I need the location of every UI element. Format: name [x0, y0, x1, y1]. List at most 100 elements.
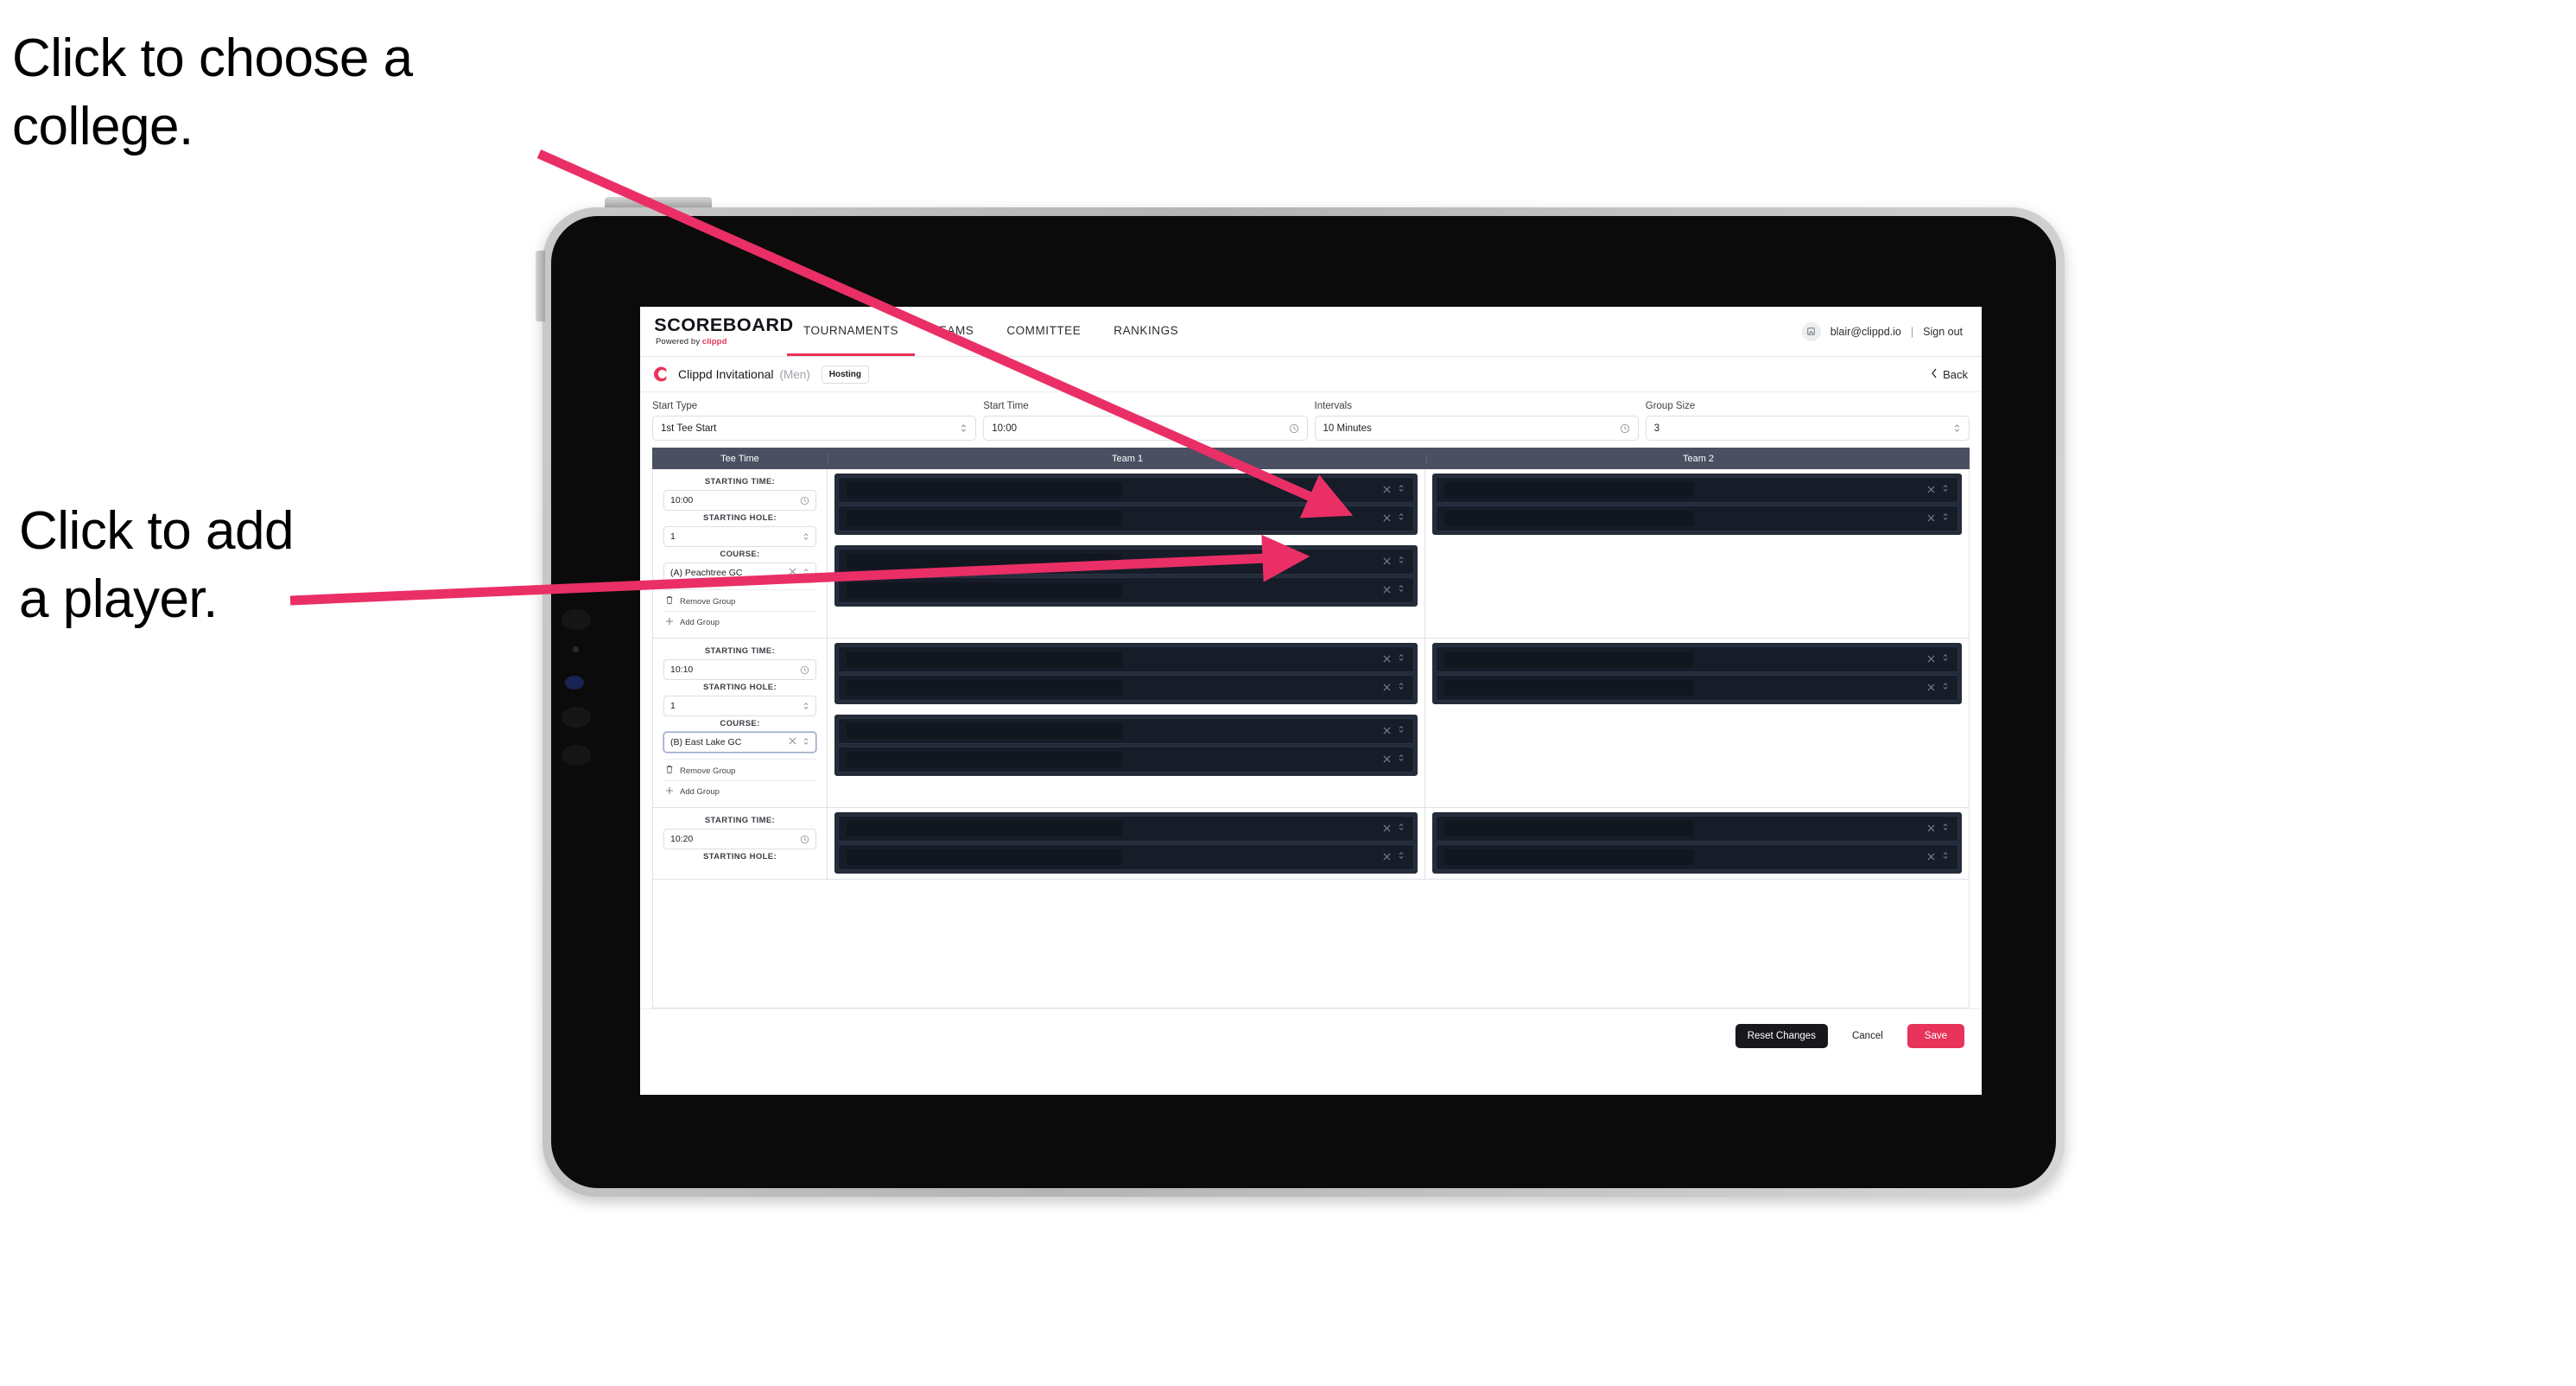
close-x-icon[interactable]	[1927, 821, 1935, 836]
player-select-row[interactable]	[1436, 844, 1958, 870]
player-name-redacted	[847, 652, 1123, 667]
column-header-team-1: Team 1	[828, 453, 1427, 464]
player-name-redacted	[847, 752, 1123, 767]
player-select-row[interactable]	[838, 816, 1414, 842]
start-type-select[interactable]: 1st Tee Start	[652, 416, 977, 441]
close-x-icon[interactable]	[1383, 652, 1391, 667]
player-name-redacted	[847, 582, 1123, 598]
player-select-row[interactable]	[1436, 477, 1958, 503]
player-select-row[interactable]	[1436, 675, 1958, 701]
save-button[interactable]: Save	[1907, 1024, 1964, 1048]
chevron-updown-icon[interactable]	[1942, 652, 1949, 667]
starting-time-input[interactable]: 10:00	[663, 490, 816, 511]
close-x-icon[interactable]	[1927, 652, 1935, 667]
close-x-icon[interactable]	[1927, 482, 1935, 498]
sign-out-button[interactable]: Sign out	[1923, 326, 1963, 338]
player-row-icons	[1383, 723, 1405, 739]
close-x-icon[interactable]	[1383, 821, 1391, 836]
nav-item-tournaments[interactable]: TOURNAMENTS	[787, 307, 916, 356]
player-pair-block	[1432, 474, 1962, 535]
player-select-row[interactable]	[838, 549, 1414, 575]
player-select-row[interactable]	[1436, 816, 1958, 842]
close-x-icon[interactable]	[1383, 554, 1391, 569]
user-avatar-icon[interactable]	[1801, 321, 1821, 341]
close-x-icon[interactable]	[1383, 582, 1391, 598]
close-x-icon[interactable]	[1383, 723, 1391, 739]
close-x-icon[interactable]	[789, 568, 796, 578]
chevron-updown-icon[interactable]	[1398, 511, 1405, 526]
start-time-label: Start Time	[983, 401, 1029, 411]
course-select[interactable]: (A) Peachtree GC	[663, 563, 816, 583]
player-select-row[interactable]	[838, 477, 1414, 503]
close-x-icon[interactable]	[1927, 849, 1935, 865]
nav-item-committee[interactable]: COMMITTEE	[990, 307, 1097, 356]
add-group-button[interactable]: Add Group	[663, 611, 816, 632]
remove-group-button[interactable]: Remove Group	[663, 589, 816, 611]
close-x-icon[interactable]	[1927, 511, 1935, 526]
tee-time-cell: STARTING TIME: 10:10 STARTING HOLE: 1 COURSE…	[653, 639, 828, 807]
chevron-updown-icon[interactable]	[1942, 680, 1949, 696]
close-x-icon[interactable]	[1383, 680, 1391, 696]
player-select-row[interactable]	[838, 505, 1414, 531]
clippd-c-logo-icon	[650, 365, 669, 384]
chevron-updown-icon[interactable]	[1398, 752, 1405, 767]
player-select-row[interactable]	[838, 577, 1414, 603]
player-select-row[interactable]	[838, 844, 1414, 870]
starting-time-input[interactable]: 10:10	[663, 659, 816, 680]
chevron-updown-icon[interactable]	[1398, 723, 1405, 739]
back-button[interactable]: Back	[1931, 368, 1968, 381]
starting-hole-input[interactable]: 1	[663, 696, 816, 716]
player-name-redacted	[847, 680, 1123, 696]
close-x-icon[interactable]	[1383, 849, 1391, 865]
chevron-updown-icon[interactable]	[1942, 821, 1949, 836]
group-size-select[interactable]: 3	[1645, 416, 1970, 441]
course-label: COURSE:	[720, 550, 760, 559]
player-name-redacted	[847, 511, 1123, 526]
starting-time-input[interactable]: 10:20	[663, 829, 816, 849]
player-select-row[interactable]	[838, 747, 1414, 772]
tee-sheet-grid-body[interactable]: STARTING TIME: 10:00 STARTING HOLE: 1 COURSE…	[652, 469, 1970, 1008]
user-email: blair@clippd.io	[1830, 325, 1901, 338]
remove-group-button[interactable]: Remove Group	[663, 759, 816, 780]
player-pair-block	[834, 715, 1418, 776]
chevron-updown-icon[interactable]	[1942, 482, 1949, 498]
chevron-updown-icon[interactable]	[1398, 554, 1405, 569]
nav-item-rankings[interactable]: RANKINGS	[1097, 307, 1195, 356]
chevron-updown-icon[interactable]	[1398, 680, 1405, 696]
course-select[interactable]: (B) East Lake GC	[663, 732, 816, 753]
nav-item-teams[interactable]: TEAMS	[915, 307, 990, 356]
chevron-updown-icon[interactable]	[1398, 821, 1405, 836]
close-x-icon[interactable]	[789, 737, 796, 747]
player-select-row[interactable]	[838, 675, 1414, 701]
chevron-updown-icon[interactable]	[1398, 652, 1405, 667]
start-time-input[interactable]: 10:00	[983, 416, 1308, 441]
chevron-updown-icon[interactable]	[1942, 849, 1949, 865]
close-x-icon[interactable]	[1927, 680, 1935, 696]
chevron-updown-icon[interactable]	[1398, 849, 1405, 865]
chevron-updown-icon[interactable]	[1398, 482, 1405, 498]
chevron-updown-icon[interactable]	[803, 567, 809, 580]
player-select-row[interactable]	[838, 646, 1414, 672]
close-x-icon[interactable]	[1383, 511, 1391, 526]
scoreboard-logo[interactable]: SCOREBOARD Powered by clippd	[654, 316, 793, 346]
player-row-icons	[1927, 652, 1949, 667]
chevron-updown-icon[interactable]	[1398, 582, 1405, 598]
player-select-row[interactable]	[838, 718, 1414, 744]
close-x-icon[interactable]	[1383, 482, 1391, 498]
cancel-button[interactable]: Cancel	[1840, 1024, 1895, 1048]
reset-changes-button[interactable]: Reset Changes	[1735, 1024, 1828, 1048]
player-select-row[interactable]	[1436, 505, 1958, 531]
chevron-updown-icon[interactable]	[803, 736, 809, 749]
intervals-input[interactable]: 10 Minutes	[1314, 416, 1639, 441]
chevron-updown-icon[interactable]	[1942, 511, 1949, 526]
logo-subtitle-brand: clippd	[701, 337, 727, 346]
player-name-redacted	[847, 821, 1123, 836]
player-name-redacted	[847, 554, 1123, 569]
plus-icon	[665, 617, 674, 628]
player-select-row[interactable]	[1436, 646, 1958, 672]
add-group-button[interactable]: Add Group	[663, 780, 816, 801]
starting-hole-input[interactable]: 1	[663, 526, 816, 547]
tee-time-group-row: STARTING TIME: 10:20 STARTING HOLE:	[653, 808, 1969, 880]
close-x-icon[interactable]	[1383, 752, 1391, 767]
clock-icon	[800, 665, 809, 675]
